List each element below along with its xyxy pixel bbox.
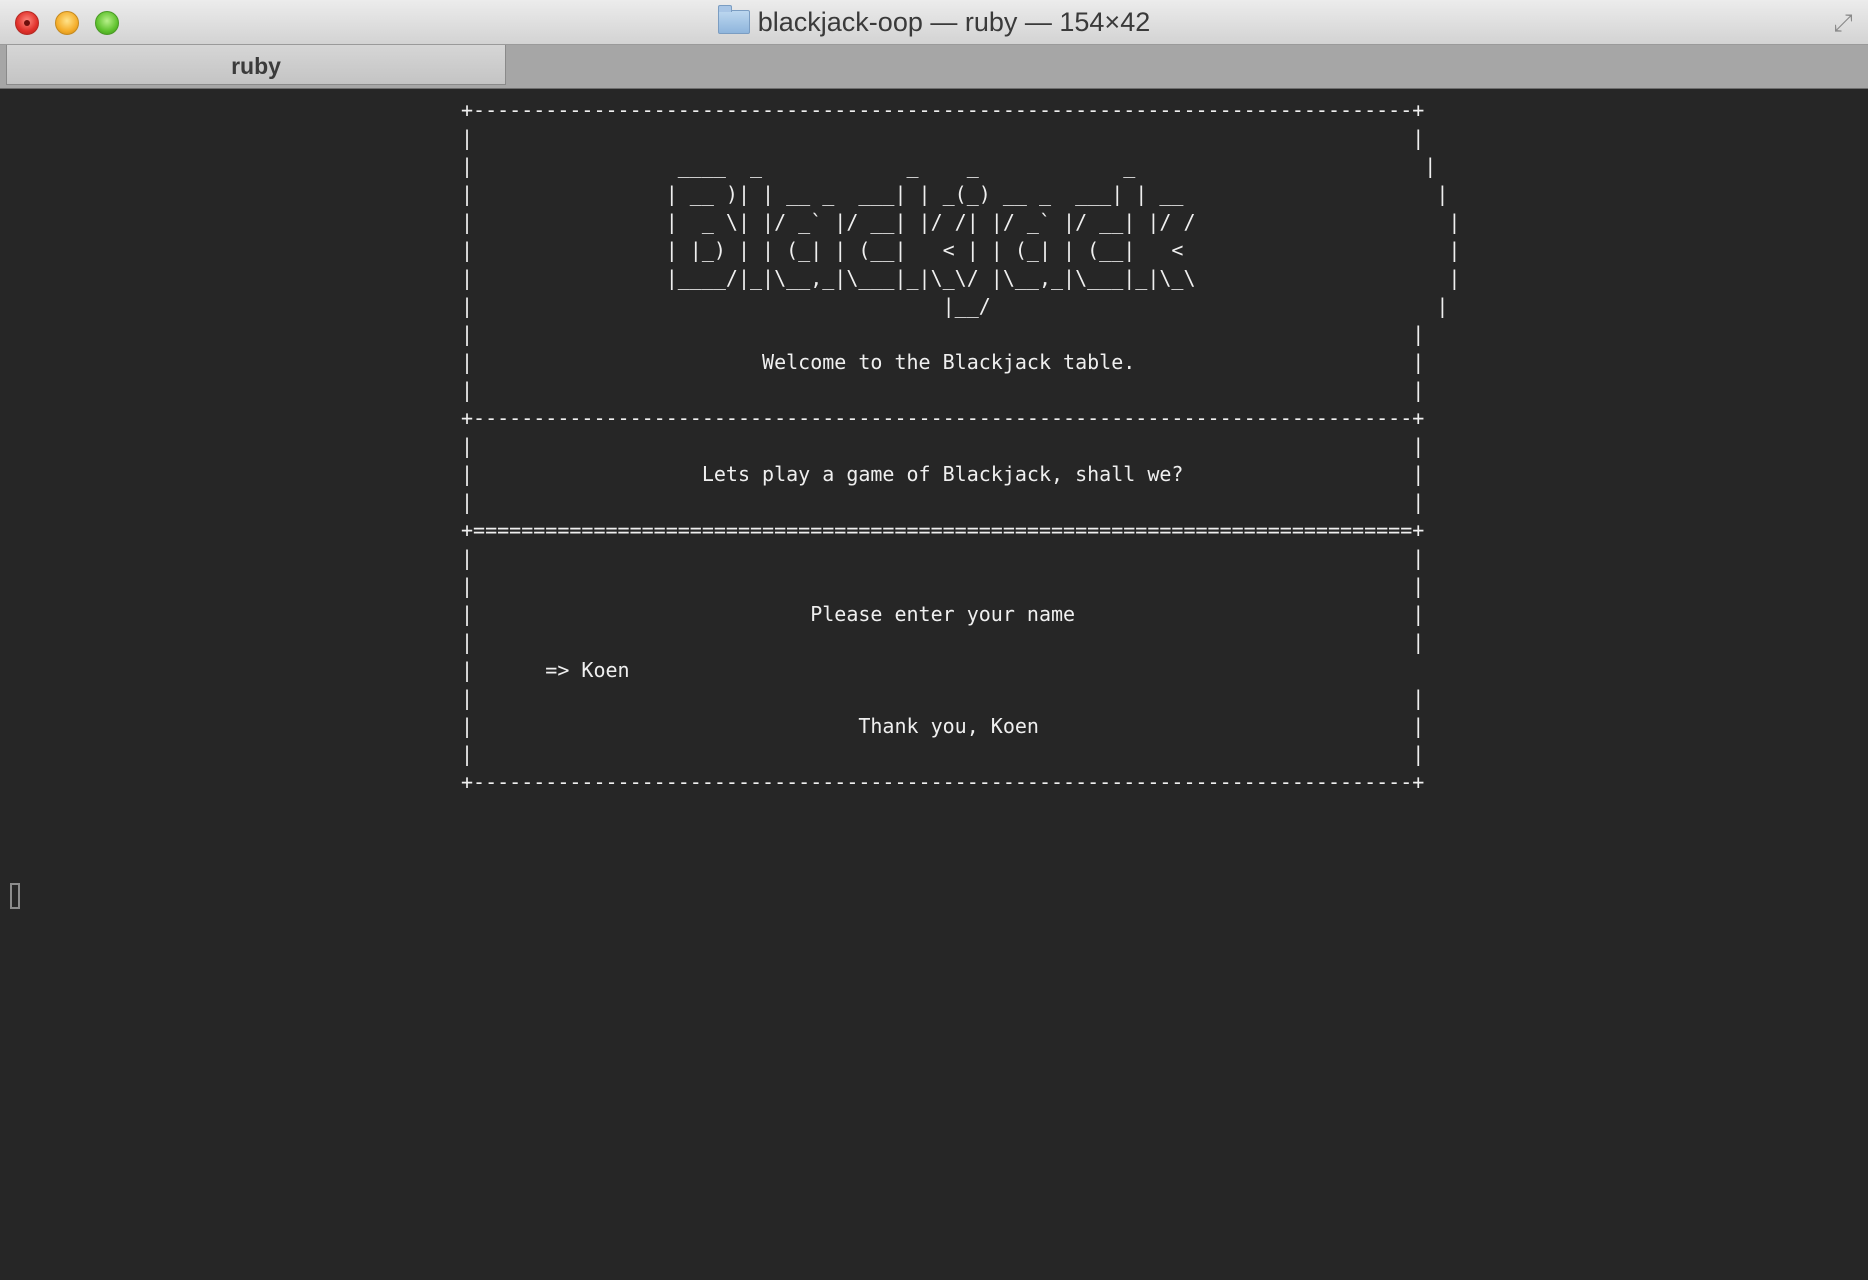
- terminal-line: | |: [461, 546, 1425, 570]
- window-title-container: blackjack-oop — ruby — 154×42: [0, 0, 1868, 45]
- terminal-line: +---------------------------------------…: [461, 770, 1425, 794]
- terminal-line: | |: [461, 686, 1425, 710]
- terminal-line: | |: [461, 378, 1425, 402]
- terminal-line: +=======================================…: [461, 518, 1425, 542]
- terminal-line: | |: [461, 322, 1425, 346]
- terminal-line: +---------------------------------------…: [461, 406, 1425, 430]
- terminal-line: | |: [461, 742, 1425, 766]
- title-bar[interactable]: blackjack-oop — ruby — 154×42 ⤢: [0, 0, 1868, 45]
- terminal-line: | |: [461, 630, 1425, 654]
- terminal-line: | Lets play a game of Blackjack, shall w…: [461, 462, 1425, 486]
- terminal-line: | Welcome to the Blackjack table. |: [461, 350, 1425, 374]
- folder-icon: [717, 5, 750, 34]
- fullscreen-icon[interactable]: ⤢: [1830, 10, 1856, 36]
- terminal-line: | | |_) | | (_| | (__| < | | (_| | (__| …: [461, 238, 1461, 262]
- tab-bar: ruby: [0, 45, 1868, 89]
- terminal-line: | |: [461, 574, 1425, 598]
- text-cursor: [10, 883, 20, 909]
- terminal-window: blackjack-oop — ruby — 154×42 ⤢ ruby +--…: [0, 0, 1868, 1280]
- terminal-line: | | __ )| | __ _ ___| | _(_) __ _ ___| |…: [461, 182, 1449, 206]
- terminal-line: | |__/ |: [461, 294, 1449, 318]
- terminal-line: | => Koen: [461, 658, 630, 682]
- terminal-line: | | _ \| |/ _` |/ __| |/ /| |/ _` |/ __|…: [461, 210, 1461, 234]
- terminal-line: | ____ _ _ _ _ |: [461, 154, 1437, 178]
- terminal-output[interactable]: +---------------------------------------…: [0, 89, 1868, 1280]
- terminal-line: | |: [461, 126, 1425, 150]
- terminal-line: | Thank you, Koen |: [461, 714, 1425, 738]
- tab-ruby[interactable]: ruby: [6, 45, 506, 85]
- terminal-screen: +---------------------------------------…: [0, 96, 1460, 796]
- terminal-line: | |____/|_|\__,_|\___|_|\_\/ |\__,_|\___…: [461, 266, 1461, 290]
- window-title: blackjack-oop — ruby — 154×42: [757, 7, 1151, 37]
- terminal-line: | Please enter your name |: [461, 602, 1425, 626]
- terminal-line: +---------------------------------------…: [461, 98, 1425, 122]
- terminal-line: | |: [461, 434, 1425, 458]
- terminal-line: | |: [461, 490, 1425, 514]
